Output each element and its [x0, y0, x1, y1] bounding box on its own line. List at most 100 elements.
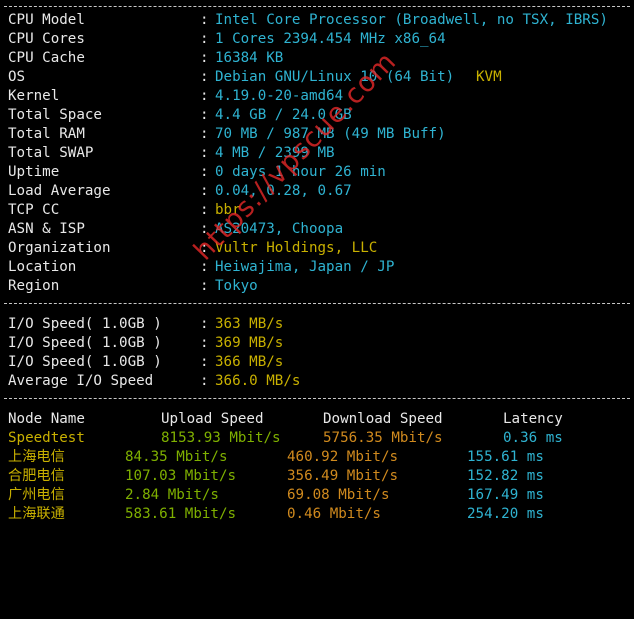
speed-row: 合肥电信 107.03 Mbit/s 356.49 Mbit/s 152.82 …	[0, 467, 634, 486]
speed-upload: 8153.93 Mbit/s	[161, 430, 281, 446]
io-key: I/O Speed( 1.0GB )	[8, 354, 162, 370]
speed-row: 广州电信 2.84 Mbit/s 69.08 Mbit/s 167.49 ms	[0, 486, 634, 505]
speed-latency: 152.82 ms	[467, 468, 544, 484]
info-colon: :	[200, 221, 209, 237]
info-key: Total RAM	[8, 126, 85, 142]
info-value: 70 MB / 987 MB (49 MB Buff)	[215, 126, 446, 142]
info-colon: :	[200, 183, 209, 199]
speed-latency: 254.20 ms	[467, 506, 544, 522]
info-key: Total SWAP	[8, 145, 94, 161]
info-value: AS20473, Choopa	[215, 221, 344, 237]
speed-download: 460.92 Mbit/s	[287, 449, 399, 465]
info-row-total-space: Total Space : 4.4 GB / 24.0 GB	[0, 106, 634, 125]
io-row: I/O Speed( 1.0GB ) : 369 MB/s	[0, 334, 634, 353]
info-row-cpu-cores: CPU Cores : 1 Cores 2394.454 MHz x86_64	[0, 30, 634, 49]
separator-line	[4, 398, 630, 399]
info-key: Organization	[8, 240, 111, 256]
info-row-uptime: Uptime : 0 days 1 hour 26 min	[0, 163, 634, 182]
info-value: 4.19.0-20-amd64	[215, 88, 344, 104]
info-key: CPU Cache	[8, 50, 85, 66]
speed-row: 上海联通 583.61 Mbit/s 0.46 Mbit/s 254.20 ms	[0, 505, 634, 524]
io-row-average: Average I/O Speed : 366.0 MB/s	[0, 372, 634, 391]
info-value: 0.04, 0.28, 0.67	[215, 183, 352, 199]
info-row-os: OS : Debian GNU/Linux 10 (64 Bit) KVM	[0, 68, 634, 87]
speed-node: 合肥电信	[8, 468, 65, 484]
info-colon: :	[200, 278, 209, 294]
info-value: 16384 KB	[215, 50, 284, 66]
speed-upload: 2.84 Mbit/s	[125, 487, 219, 503]
info-row-cpu-model: CPU Model : Intel Core Processor (Broadw…	[0, 11, 634, 30]
speed-latency: 0.36 ms	[503, 430, 563, 446]
info-value: Tokyo	[215, 278, 258, 294]
info-row-organization: Organization : Vultr Holdings, LLC	[0, 239, 634, 258]
io-row: I/O Speed( 1.0GB ) : 366 MB/s	[0, 353, 634, 372]
speed-node: Speedtest	[8, 430, 85, 446]
info-colon: :	[200, 126, 209, 142]
info-value: 4.4 GB / 24.0 GB	[215, 107, 352, 123]
info-value: 0 days 1 hour 26 min	[215, 164, 386, 180]
info-value: Debian GNU/Linux 10 (64 Bit)	[215, 69, 455, 85]
io-value: 369 MB/s	[215, 335, 284, 351]
info-colon: :	[200, 31, 209, 47]
speed-download: 5756.35 Mbit/s	[323, 430, 443, 446]
info-value: 4 MB / 2399 MB	[215, 145, 335, 161]
info-row-total-swap: Total SWAP : 4 MB / 2399 MB	[0, 144, 634, 163]
info-row-asn-isp: ASN & ISP : AS20473, Choopa	[0, 220, 634, 239]
info-key: OS	[8, 69, 26, 85]
io-row: I/O Speed( 1.0GB ) : 363 MB/s	[0, 315, 634, 334]
info-row-total-ram: Total RAM : 70 MB / 987 MB (49 MB Buff)	[0, 125, 634, 144]
info-colon: :	[200, 12, 209, 28]
info-row-kernel: Kernel : 4.19.0-20-amd64	[0, 87, 634, 106]
terminal-window[interactable]: CPU Model : Intel Core Processor (Broadw…	[0, 0, 634, 533]
info-value: 1 Cores 2394.454 MHz x86_64	[215, 31, 446, 47]
header-latency: Latency	[503, 411, 563, 427]
info-colon: :	[200, 164, 209, 180]
speed-download: 69.08 Mbit/s	[287, 487, 390, 503]
info-row-region: Region : Tokyo	[0, 277, 634, 296]
speed-download: 356.49 Mbit/s	[287, 468, 399, 484]
info-key: ASN & ISP	[8, 221, 85, 237]
info-row-location: Location : Heiwajima, Japan / JP	[0, 258, 634, 277]
info-colon: :	[200, 240, 209, 256]
info-colon: :	[200, 202, 209, 218]
info-row-cpu-cache: CPU Cache : 16384 KB	[0, 49, 634, 68]
io-value: 363 MB/s	[215, 316, 284, 332]
io-key: I/O Speed( 1.0GB )	[8, 335, 162, 351]
io-key: Average I/O Speed	[8, 373, 154, 389]
io-key: I/O Speed( 1.0GB )	[8, 316, 162, 332]
info-value: Heiwajima, Japan / JP	[215, 259, 395, 275]
info-colon: :	[200, 88, 209, 104]
info-key: CPU Cores	[8, 31, 85, 47]
separator-line	[4, 6, 630, 7]
info-key: Load Average	[8, 183, 111, 199]
header-node-name: Node Name	[8, 411, 85, 427]
info-colon: :	[200, 145, 209, 161]
speed-header-row: Node Name Upload Speed Download Speed La…	[0, 410, 634, 429]
speed-upload: 84.35 Mbit/s	[125, 449, 228, 465]
info-key: Kernel	[8, 88, 60, 104]
info-key: Location	[8, 259, 77, 275]
info-value: bbr	[215, 202, 241, 218]
header-upload-speed: Upload Speed	[161, 411, 264, 427]
info-colon: :	[200, 107, 209, 123]
speed-download: 0.46 Mbit/s	[287, 506, 381, 522]
info-colon: :	[200, 259, 209, 275]
info-key: Uptime	[8, 164, 60, 180]
info-colon: :	[200, 50, 209, 66]
speed-latency: 155.61 ms	[467, 449, 544, 465]
io-value: 366.0 MB/s	[215, 373, 301, 389]
info-key: CPU Model	[8, 12, 85, 28]
separator-line	[4, 303, 630, 304]
info-row-tcp-cc: TCP CC : bbr	[0, 201, 634, 220]
info-key: TCP CC	[8, 202, 60, 218]
info-value: Intel Core Processor (Broadwell, no TSX,…	[215, 12, 608, 28]
info-value: Vultr Holdings, LLC	[215, 240, 378, 256]
speed-node: 上海联通	[8, 506, 65, 522]
speed-upload: 107.03 Mbit/s	[125, 468, 237, 484]
info-row-load-average: Load Average : 0.04, 0.28, 0.67	[0, 182, 634, 201]
speed-latency: 167.49 ms	[467, 487, 544, 503]
speed-node: 广州电信	[8, 487, 65, 503]
virt-type: KVM	[476, 69, 502, 85]
io-colon: :	[200, 373, 209, 389]
info-colon: :	[200, 69, 209, 85]
